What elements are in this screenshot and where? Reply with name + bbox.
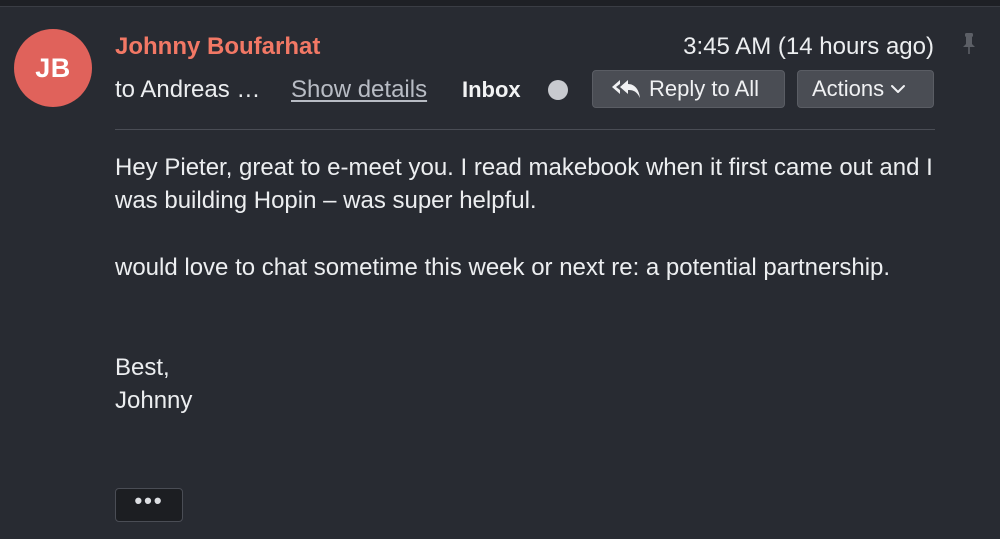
avatar-initials: JB: [35, 52, 71, 83]
folder-label: Inbox: [462, 77, 521, 102]
message-signature: Johnny: [115, 387, 193, 414]
window-top-border: [0, 0, 1000, 7]
message-timestamp: 3:45 AM (14 hours ago): [683, 33, 934, 60]
message-signoff: Best,: [115, 354, 170, 381]
reply-all-button[interactable]: Reply to All: [592, 70, 785, 108]
message-signature-block: Best, Johnny: [115, 351, 945, 417]
message-paragraph: Hey Pieter, great to e-meet you. I read …: [115, 154, 933, 214]
reply-all-label: Reply to All: [649, 76, 760, 101]
header-divider: [115, 129, 935, 130]
sender-name[interactable]: Johnny Boufarhat: [115, 33, 320, 61]
unread-dot-icon[interactable]: [548, 80, 568, 100]
actions-dropdown-button[interactable]: Actions: [797, 70, 934, 108]
show-details-link[interactable]: Show details: [291, 76, 427, 104]
actions-label: Actions: [812, 76, 885, 101]
show-trimmed-content-button[interactable]: •••: [115, 488, 183, 522]
avatar[interactable]: JB: [14, 29, 92, 107]
chevron-down-icon: [891, 85, 906, 93]
pin-icon[interactable]: [960, 32, 978, 56]
message-paragraph: would love to chat sometime this week or…: [115, 254, 891, 281]
reply-all-icon: [612, 80, 640, 98]
recipients[interactable]: to Andreas …: [115, 76, 260, 104]
